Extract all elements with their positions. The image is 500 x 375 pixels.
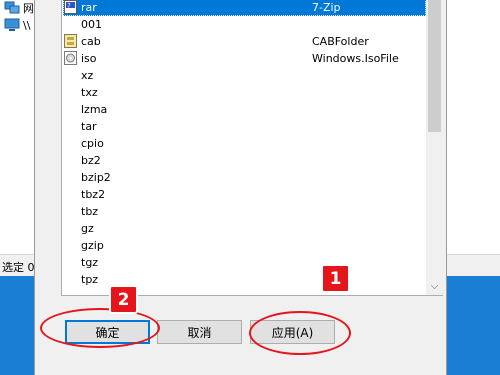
list-item[interactable]: bz2: [63, 152, 426, 169]
list-item[interactable]: bzip2: [63, 169, 426, 186]
status-bar-edge: [446, 255, 500, 276]
file-extension: tpz: [81, 273, 99, 286]
list-item[interactable]: xz: [63, 67, 426, 84]
computer-icon: [4, 18, 20, 31]
ok-button-label: 确定: [95, 325, 120, 340]
scrollbar-thumb[interactable]: [428, 0, 441, 132]
cabinet-file-icon: [64, 34, 77, 48]
disc-image-icon: [64, 51, 77, 65]
background-window-edge: [446, 0, 500, 255]
list-item[interactable]: 7 rar 7-Zip: [63, 0, 426, 16]
file-handler: CABFolder: [312, 35, 369, 48]
list-item[interactable]: cab CABFolder: [63, 33, 426, 50]
file-extension: bzip2: [81, 171, 111, 184]
list-item[interactable]: tgz: [63, 254, 426, 271]
file-extension: bz2: [81, 154, 101, 167]
annotation-badge-1: 1: [321, 264, 350, 293]
annotation-badge-1-label: 1: [329, 268, 342, 289]
file-extension: xz: [81, 69, 94, 82]
list-item[interactable]: gz: [63, 220, 426, 237]
annotation-badge-2: 2: [109, 285, 138, 314]
file-extension: lzma: [81, 103, 108, 116]
file-extension: iso: [81, 52, 97, 65]
annotation-badge-2-label: 2: [117, 289, 130, 310]
file-extension: cab: [81, 35, 101, 48]
apply-button-label: 应用(A): [271, 325, 314, 340]
tree-item-network[interactable]: 网: [4, 0, 34, 16]
list-item[interactable]: tbz: [63, 203, 426, 220]
file-extension: gz: [81, 222, 94, 235]
list-item[interactable]: 001: [63, 16, 426, 33]
options-dialog: 7 rar 7-Zip 001 cab CABFolder iso Windows.IsoFi…: [34, 0, 447, 375]
focus-rectangle: [63, 0, 426, 16]
file-handler: Windows.IsoFile: [312, 52, 399, 65]
list-item[interactable]: tar: [63, 118, 426, 135]
list-item[interactable]: cpio: [63, 135, 426, 152]
list-item[interactable]: txz: [63, 84, 426, 101]
tree-item-label: 网: [23, 2, 34, 15]
file-extension: tbz2: [81, 188, 106, 201]
cancel-button[interactable]: 取消: [157, 320, 242, 344]
file-extension: tar: [81, 120, 97, 133]
vertical-scrollbar[interactable]: ⌵: [426, 0, 443, 295]
list-item[interactable]: iso Windows.IsoFile: [63, 50, 426, 67]
file-extension: gzip: [81, 239, 104, 252]
file-extension: 001: [81, 18, 102, 31]
scroll-down-button[interactable]: ⌵: [426, 278, 443, 295]
file-extension: tgz: [81, 256, 99, 269]
ok-button[interactable]: 确定: [65, 320, 150, 344]
apply-button[interactable]: 应用(A): [250, 320, 335, 344]
tree-item-computer[interactable]: \\: [4, 18, 30, 32]
file-extension: txz: [81, 86, 98, 99]
tree-item-label: \\: [23, 18, 31, 32]
status-text: 选定 0: [2, 261, 35, 274]
file-extension: tbz: [81, 205, 99, 218]
cancel-button-label: 取消: [187, 325, 212, 340]
list-item[interactable]: gzip: [63, 237, 426, 254]
list-item[interactable]: lzma: [63, 101, 426, 118]
network-icon: [4, 1, 20, 14]
list-item[interactable]: tbz2: [63, 186, 426, 203]
file-type-list[interactable]: 7 rar 7-Zip 001 cab CABFolder iso Windows.IsoFi…: [61, 0, 443, 296]
file-extension: cpio: [81, 137, 104, 150]
chevron-down-icon: ⌵: [430, 281, 439, 292]
